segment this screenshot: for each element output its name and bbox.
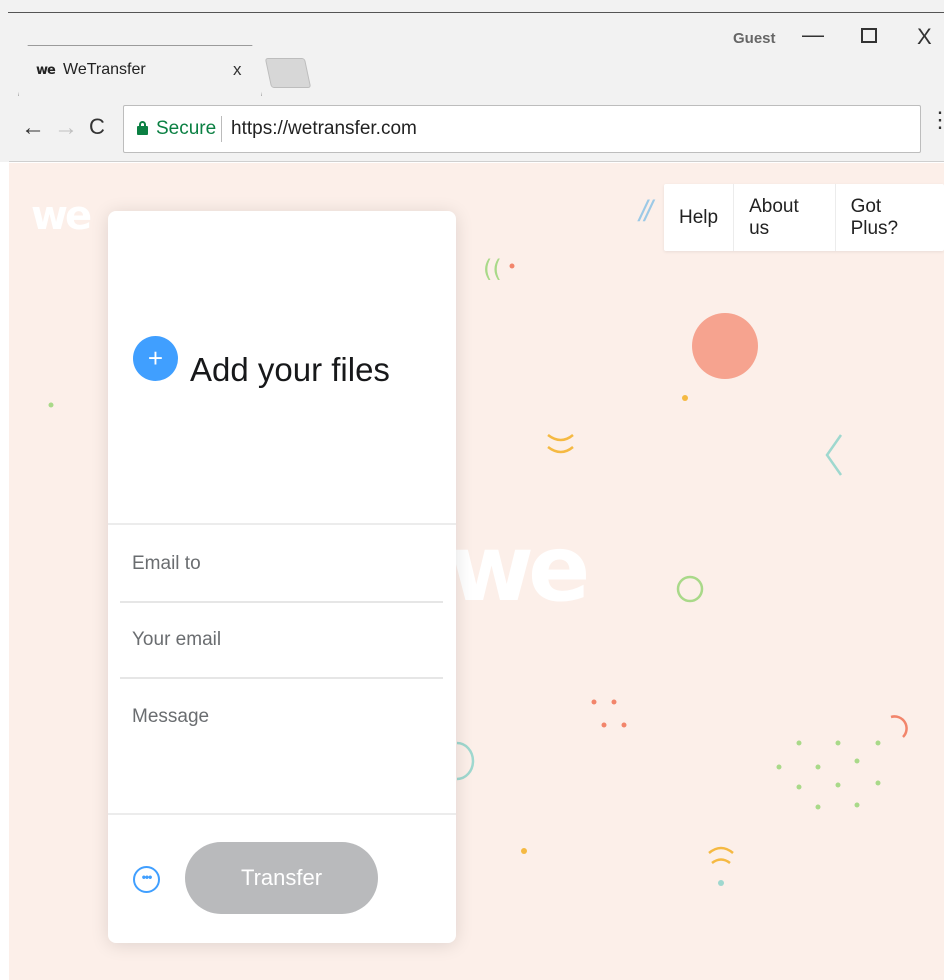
more-options-button[interactable]: ••• — [133, 866, 160, 893]
guest-profile-label[interactable]: Guest — [733, 30, 776, 47]
nav-help[interactable]: Help — [664, 184, 733, 251]
message-field[interactable]: Message — [132, 706, 209, 728]
tab-close-icon[interactable]: x — [233, 60, 242, 80]
add-files-button[interactable]: + — [133, 336, 178, 381]
minimize-icon[interactable]: — — [802, 22, 824, 48]
wetransfer-favicon: we — [36, 63, 56, 78]
address-bar[interactable]: Secure https://wetransfer.com — [123, 105, 921, 153]
card-divider — [108, 523, 456, 525]
browser-menu-icon[interactable]: ⋮ — [929, 109, 944, 131]
upload-card: + Add your files Email to Your email Mes… — [108, 211, 456, 943]
close-window-icon[interactable]: X — [917, 24, 932, 50]
lock-icon — [137, 121, 148, 135]
maximize-icon[interactable] — [861, 28, 877, 43]
field-underline — [120, 677, 443, 679]
add-files-label[interactable]: Add your files — [190, 351, 390, 389]
browser-toolbar: ← → C Secure https://wetransfer.com ⋮ — [9, 96, 944, 162]
slash-decoration: // — [639, 195, 653, 228]
nav-got-plus[interactable]: Got Plus? — [834, 184, 944, 251]
svg-text:((: (( — [483, 255, 502, 283]
new-tab-button[interactable] — [264, 58, 312, 88]
address-separator — [221, 116, 222, 142]
email-to-field[interactable]: Email to — [132, 553, 201, 575]
field-underline — [120, 601, 443, 603]
window-border — [8, 12, 944, 13]
card-divider — [108, 813, 456, 815]
wetransfer-page: we we (( // Help About us Got Plus? + Ad… — [9, 163, 944, 980]
browser-tab[interactable]: we WeTransfer x — [18, 45, 262, 97]
nav-about-us[interactable]: About us — [733, 184, 835, 251]
tab-title: WeTransfer — [63, 61, 146, 78]
your-email-field[interactable]: Your email — [132, 629, 221, 651]
forward-arrow-icon[interactable]: → — [54, 114, 78, 142]
secure-label: Secure — [156, 118, 217, 139]
top-navigation: Help About us Got Plus? — [664, 184, 944, 251]
reload-icon[interactable]: C — [89, 114, 105, 140]
back-arrow-icon[interactable]: ← — [21, 114, 45, 142]
transfer-button[interactable]: Transfer — [185, 842, 378, 914]
url-text[interactable]: https://wetransfer.com — [231, 118, 417, 140]
